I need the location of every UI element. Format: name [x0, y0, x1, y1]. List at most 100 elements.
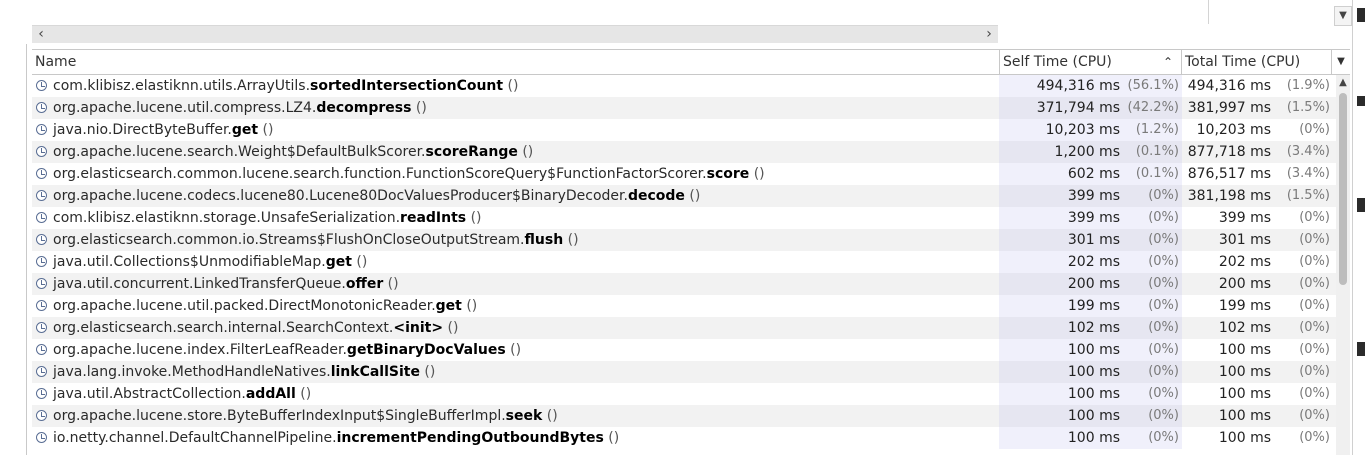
clock-icon [36, 322, 47, 333]
self-time-value: 371,794 ms [1036, 100, 1120, 116]
self-time-percent: (0%) [1148, 364, 1179, 379]
total-time-value: 10,203 ms [1196, 122, 1271, 138]
class-name: java.nio.DirectByteBuffer. [53, 122, 232, 138]
class-name: org.elasticsearch.search.internal.Search… [53, 320, 394, 336]
table-row[interactable]: org.elasticsearch.search.internal.Search… [32, 317, 1336, 339]
self-time-value: 494,316 ms [1036, 78, 1120, 94]
self-time-cell: 102 ms (0%) [999, 317, 1182, 339]
clock-icon [36, 278, 47, 289]
self-time-percent: (0%) [1148, 430, 1179, 445]
self-time-value: 399 ms [1067, 210, 1120, 226]
self-time-value: 199 ms [1067, 298, 1120, 314]
self-time-cell: 100 ms (0%) [999, 339, 1182, 361]
table-row[interactable]: java.util.concurrent.LinkedTransferQueue… [32, 273, 1336, 295]
table-row[interactable]: org.apache.lucene.search.Weight$DefaultB… [32, 141, 1336, 163]
clock-icon [36, 234, 47, 245]
self-time-value: 1,200 ms [1054, 144, 1120, 160]
self-time-value: 202 ms [1067, 254, 1120, 270]
table-row[interactable]: com.klibisz.elastiknn.utils.ArrayUtils.s… [32, 75, 1336, 97]
clock-icon [36, 256, 47, 267]
table-row[interactable]: org.apache.lucene.index.FilterLeafReader… [32, 339, 1336, 361]
self-time-value: 399 ms [1067, 188, 1120, 204]
self-time-percent: (0%) [1148, 386, 1179, 401]
self-time-cell: 100 ms (0%) [999, 383, 1182, 405]
table-row[interactable]: org.elasticsearch.common.io.Streams$Flus… [32, 229, 1336, 251]
chevron-right-icon[interactable]: › [982, 26, 996, 43]
column-header-total-time[interactable]: Total Time (CPU) [1182, 50, 1332, 74]
self-time-percent: (56.1%) [1127, 78, 1179, 93]
method-name: scoreRange [425, 144, 518, 160]
method-name-cell: com.klibisz.elastiknn.utils.ArrayUtils.s… [36, 75, 998, 97]
total-time-percent: (0%) [1299, 122, 1330, 137]
table-row[interactable]: org.apache.lucene.codecs.lucene80.Lucene… [32, 185, 1336, 207]
total-time-value: 100 ms [1218, 342, 1271, 358]
class-name: org.apache.lucene.store.ByteBufferIndexI… [53, 408, 506, 424]
total-time-value: 877,718 ms [1187, 144, 1271, 160]
self-time-percent: (0.1%) [1135, 166, 1179, 181]
chevron-up-icon[interactable]: ▲ [1336, 77, 1350, 88]
right-edge-glyph [1357, 342, 1365, 356]
total-time-value: 100 ms [1218, 430, 1271, 446]
total-time-value: 876,517 ms [1187, 166, 1271, 182]
total-time-value: 199 ms [1218, 298, 1271, 314]
clock-icon [36, 410, 47, 421]
method-name-cell: org.elasticsearch.common.lucene.search.f… [36, 163, 998, 185]
total-time-value: 100 ms [1218, 364, 1271, 380]
column-header-name[interactable]: Name [32, 50, 1000, 74]
method-name-cell: io.netty.channel.DefaultChannelPipeline.… [36, 427, 998, 449]
chevron-left-icon[interactable]: ‹ [34, 26, 48, 43]
table-row[interactable]: java.util.Collections$UnmodifiableMap.ge… [32, 251, 1336, 273]
self-time-value: 100 ms [1067, 364, 1120, 380]
column-menu-button[interactable]: ▼ [1332, 50, 1350, 74]
left-panel-edge [0, 0, 27, 455]
vertical-scrollbar[interactable]: ▲ [1336, 75, 1350, 455]
method-name-cell: java.nio.DirectByteBuffer.get () [36, 119, 998, 141]
method-parens: () [503, 78, 519, 94]
self-time-cell: 371,794 ms (42.2%) [999, 97, 1182, 119]
table-row[interactable]: io.netty.channel.DefaultChannelPipeline.… [32, 427, 1336, 449]
method-name-cell: org.elasticsearch.search.internal.Search… [36, 317, 998, 339]
total-time-percent: (1.9%) [1286, 78, 1330, 93]
table-row[interactable]: org.apache.lucene.util.packed.DirectMono… [32, 295, 1336, 317]
class-name: org.apache.lucene.util.compress.LZ4. [53, 100, 317, 116]
method-name: get [435, 298, 462, 314]
total-time-percent: (1.5%) [1286, 188, 1330, 203]
clock-icon [36, 102, 47, 113]
table-row[interactable]: org.elasticsearch.common.lucene.search.f… [32, 163, 1336, 185]
total-time-percent: (0%) [1299, 430, 1330, 445]
clock-icon [36, 344, 47, 355]
table-body: com.klibisz.elastiknn.utils.ArrayUtils.s… [32, 75, 1336, 455]
clock-icon [36, 432, 47, 443]
table-row[interactable]: org.apache.lucene.store.ByteBufferIndexI… [32, 405, 1336, 427]
top-dropdown-button[interactable]: ▼ [1334, 6, 1352, 26]
top-panel-divider [1208, 0, 1209, 24]
clock-icon [36, 190, 47, 201]
method-name: linkCallSite [330, 364, 420, 380]
table-row[interactable]: com.klibisz.elastiknn.storage.UnsafeSeri… [32, 207, 1336, 229]
self-time-value: 301 ms [1067, 232, 1120, 248]
horizontal-scrollbar[interactable]: ‹ › [32, 25, 998, 43]
self-time-cell: 301 ms (0%) [999, 229, 1182, 251]
class-name: java.util.concurrent.LinkedTransferQueue… [53, 276, 346, 292]
method-name: get [231, 122, 259, 138]
self-time-percent: (0%) [1148, 232, 1179, 247]
table-row[interactable]: org.apache.lucene.util.compress.LZ4.deco… [32, 97, 1336, 119]
scrollbar-thumb[interactable] [1339, 93, 1347, 285]
method-name-cell: java.lang.invoke.MethodHandleNatives.lin… [36, 361, 998, 383]
column-header-self-time[interactable]: Self Time (CPU) ⌃ [1000, 50, 1182, 74]
method-name: get [325, 254, 352, 270]
method-name: <init> [393, 320, 444, 336]
method-name: readInts [400, 210, 467, 226]
chevron-down-icon: ▼ [1337, 56, 1345, 67]
right-edge-glyph [1357, 198, 1365, 212]
class-name: java.util.AbstractCollection. [53, 386, 246, 402]
method-name: addAll [245, 386, 296, 402]
table-row[interactable]: java.lang.invoke.MethodHandleNatives.lin… [32, 361, 1336, 383]
table-row[interactable]: java.nio.DirectByteBuffer.get () 10,203 m… [32, 119, 1336, 141]
method-name-cell: org.apache.lucene.search.Weight$DefaultB… [36, 141, 998, 163]
right-panel-edge [1352, 0, 1365, 455]
total-time-percent: (0%) [1299, 320, 1330, 335]
total-time-percent: (0%) [1299, 276, 1330, 291]
table-row[interactable]: java.util.AbstractCollection.addAll () 10… [32, 383, 1336, 405]
method-name-cell: org.apache.lucene.util.packed.DirectMono… [36, 295, 998, 317]
